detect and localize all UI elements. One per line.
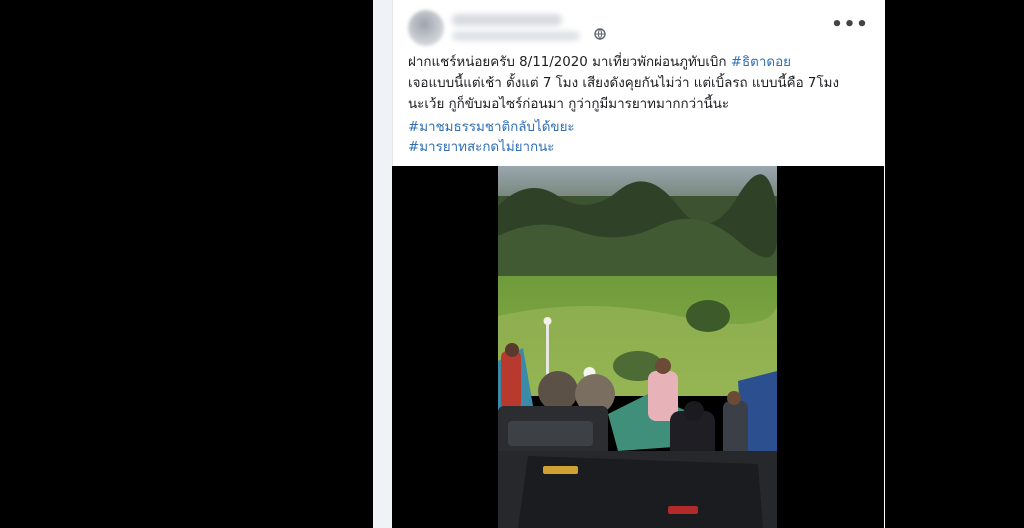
hashtag-link[interactable]: #มาชมธรรมชาติกลับได้ขยะ [408,118,575,138]
left-letterbox [0,0,373,528]
video-frame[interactable] [498,166,777,528]
post-text-line-3: นะเว้ย กูก็ขับมอไซร์ก่อนมา กูว่ากูมีมารย… [408,97,730,112]
post-text-line-1: ฝากแชร์หน่อยครับ 8/11/2020 มาเที่ยวพักผ่… [408,52,878,73]
more-options-button[interactable]: ••• [831,12,868,36]
post-text: ฝากแชร์หน่อยครับ 8/11/2020 มาเที่ยวพักผ่… [408,52,878,115]
author-avatar[interactable] [408,10,444,46]
hashtag-list: #มาชมธรรมชาติกลับได้ขยะ #มารยาทสะกดไม่ยา… [408,118,575,158]
post-text-line-1-body: ฝากแชร์หน่อยครับ 8/11/2020 มาเที่ยวพักผ่… [408,55,731,70]
right-letterbox [884,0,1024,528]
post-text-line-2: เจอแบบนี้แต่เช้า ตั้งแต่ 7 โมง เสียงดังค… [408,76,839,91]
post-timestamp-blurred[interactable] [452,31,580,41]
hashtag-link[interactable]: #ธิตาดอย [731,55,791,70]
hashtag-link[interactable]: #มารยาทสะกดไม่ยากนะ [408,138,575,158]
author-name-blurred[interactable] [452,14,562,26]
globe-icon [594,28,606,40]
